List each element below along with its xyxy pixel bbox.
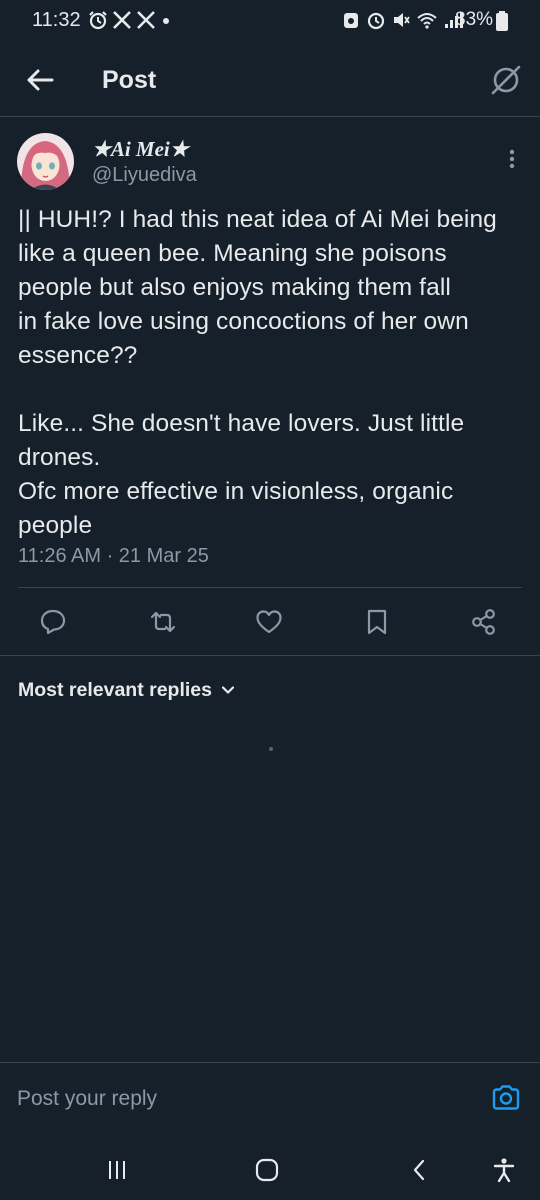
share-button[interactable] — [466, 604, 502, 640]
repost-button[interactable] — [145, 604, 181, 640]
status-system-icons — [342, 8, 464, 32]
alarm-icon — [89, 11, 107, 30]
notification-dot-icon — [163, 18, 169, 24]
post-timestamp[interactable]: 11:26 AM · 21 Mar 25 — [18, 543, 209, 569]
alarm-icon — [367, 12, 385, 30]
replies-sort-label: Most relevant replies — [18, 678, 212, 701]
home-button[interactable] — [247, 1150, 287, 1190]
x-app-icon-2 — [137, 11, 155, 29]
wifi-icon — [417, 13, 437, 29]
mute-icon — [394, 13, 410, 27]
back-nav-button[interactable] — [400, 1150, 440, 1190]
status-notification-icons — [88, 8, 172, 32]
loading-indicator — [269, 747, 273, 751]
page-title: Post — [102, 66, 157, 94]
back-button[interactable] — [22, 62, 58, 98]
camera-icon — [492, 1085, 520, 1110]
composer-divider — [0, 1062, 540, 1063]
author-display-name[interactable]: ★Ai Mei★ — [92, 136, 189, 162]
bookmark-button[interactable] — [359, 604, 395, 640]
x-app-icon — [113, 11, 131, 29]
header-divider — [0, 116, 540, 117]
chevron-down-icon — [221, 686, 235, 694]
recent-apps-icon — [109, 1161, 125, 1179]
avatar-image — [17, 133, 74, 190]
chevron-left-icon — [413, 1159, 425, 1181]
actions-divider — [0, 655, 540, 656]
home-icon — [255, 1158, 279, 1182]
more-options-button[interactable] — [502, 146, 522, 172]
reply-icon — [40, 609, 66, 635]
author-username[interactable]: @Liyuediva — [92, 162, 197, 188]
share-icon — [472, 609, 495, 635]
accessibility-button[interactable] — [484, 1150, 524, 1190]
more-vertical-icon — [509, 149, 515, 169]
bookmark-icon — [367, 609, 387, 635]
lock-screen-icon — [344, 13, 358, 28]
repost-icon — [150, 611, 176, 633]
reply-button[interactable] — [35, 604, 71, 640]
replies-sort-dropdown[interactable]: Most relevant replies — [18, 676, 236, 704]
grok-button[interactable] — [488, 62, 524, 98]
recent-apps-button[interactable] — [97, 1150, 137, 1190]
battery-percentage: 83% — [455, 9, 494, 30]
reply-input[interactable] — [17, 1083, 457, 1115]
like-button[interactable] — [251, 604, 287, 640]
arrow-left-icon — [27, 69, 54, 91]
heart-icon — [256, 610, 282, 634]
grok-icon — [491, 65, 521, 95]
accessibility-icon — [493, 1158, 515, 1183]
timestamp-divider — [18, 587, 522, 588]
status-time: 11:32 — [32, 9, 81, 31]
post-text: || HUH!? I had this neat idea of Ai Mei … — [18, 206, 497, 539]
avatar[interactable] — [17, 133, 74, 190]
battery-icon — [496, 11, 508, 31]
camera-button[interactable] — [490, 1082, 522, 1114]
